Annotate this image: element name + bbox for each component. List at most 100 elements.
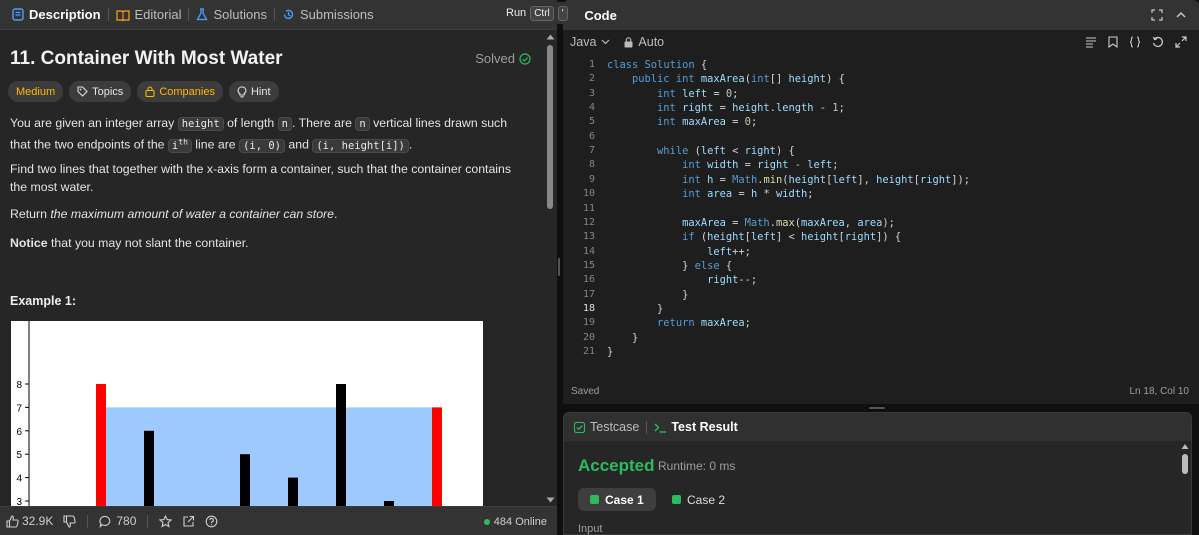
inline-code: (i, height[i]) [312,138,409,153]
line-number: 11 [582,202,595,214]
tab-description[interactable]: Description [6,0,107,30]
help-icon[interactable] [205,515,218,528]
online-label: 484 Online [493,516,547,528]
run-button[interactable]: Run Ctrl ' [497,2,581,24]
code-line[interactable]: } else { [607,260,732,272]
example-heading: Example 1: [10,294,77,308]
divider [87,514,89,528]
editor-scrollbar[interactable] [1186,58,1195,358]
description-panel: Description Editorial Solutions Submissi… [0,0,557,535]
text: You are given an integer array [10,116,178,130]
code-line[interactable]: } [607,346,613,358]
comment-icon [99,515,111,528]
text: . There are [292,116,356,130]
problem-content: 11. Container With Most Water Solved Med… [0,31,545,506]
scroll-down-icon[interactable] [545,496,556,504]
tab-submissions[interactable]: Submissions [276,0,380,30]
line-number: 7 [588,145,595,157]
comments-button[interactable]: 780 [99,514,136,528]
checkbox-icon [574,421,585,433]
code-line[interactable]: right--; [607,274,757,286]
code-line[interactable]: int area = h * width; [607,188,813,200]
editor-actions [1085,36,1187,48]
code-line[interactable]: left++; [607,246,751,258]
test-result-panel: Testcase Test Result Accepted Runtime: 0… [563,412,1192,535]
code-line[interactable]: int maxArea = 0; [607,116,757,128]
autocomplete-mode[interactable]: Auto [624,35,664,49]
strong-text: Notice [10,236,48,250]
line-number: 1 [588,59,595,70]
tab-solutions[interactable]: Solutions [190,0,272,30]
collapse-icon[interactable] [1175,9,1187,21]
star-icon[interactable] [159,514,173,528]
braces-icon[interactable] [1129,36,1141,48]
code-line[interactable]: class Solution { [607,59,707,71]
thumbs-up-icon [6,514,19,528]
problem-title[interactable]: 11. Container With Most Water [10,48,283,70]
shortcut-key: Ctrl [530,5,554,21]
scroll-up-icon[interactable] [1181,443,1189,450]
text: . [408,137,413,152]
problem-tags: Medium Topics Companies Hint [8,81,279,102]
code-line[interactable]: int width = right - left; [607,159,838,171]
tag-icon [77,86,88,97]
description-scrollbar[interactable] [545,31,556,506]
result-scrollbar[interactable] [1181,441,1189,534]
reset-icon[interactable] [1152,36,1164,48]
scrollbar-thumb[interactable] [1182,454,1188,474]
editor-toolbar: Java Auto [563,31,1199,53]
topics-button[interactable]: Topics [69,81,132,102]
code-line[interactable]: } [607,303,663,315]
text: . [333,207,338,221]
line-number: 4 [588,102,595,114]
result-tabs: Testcase Test Result [564,413,1191,441]
line-number: 10 [582,188,595,200]
tab-test-result[interactable]: Test Result [654,420,738,434]
case-2-tab[interactable]: Case 2 [660,488,737,511]
code-line[interactable]: } [607,289,688,301]
share-icon[interactable] [182,515,195,528]
resize-handle[interactable] [869,407,885,409]
lock-icon [145,86,155,97]
tab-editorial[interactable]: Editorial [110,0,188,30]
expand-icon[interactable] [1175,36,1187,48]
code-line[interactable]: int h = Math.min(height[left], height[ri… [607,174,970,186]
code-line[interactable]: if (height[left] < height[right]) { [607,231,901,243]
companies-button[interactable]: Companies [137,81,223,102]
code-line[interactable]: while (left < right) { [607,145,795,157]
example-chart: 2345678 [11,321,483,506]
tab-divider [273,8,275,21]
tab-editorial-label: Editorial [134,7,182,22]
hint-button[interactable]: Hint [228,81,279,102]
format-icon[interactable] [1085,36,1097,48]
description-paragraph-2: Find two lines that together with the x-… [10,162,512,194]
language-select[interactable]: Java [570,35,610,49]
text: and [288,137,313,152]
case-1-tab[interactable]: Case 1 [578,488,656,511]
inline-code: ith [167,137,192,153]
line-number: 6 [588,130,595,142]
bookmark-icon[interactable] [1108,36,1118,48]
thumbs-down-icon[interactable] [63,514,77,528]
check-circle-icon [519,52,531,65]
difficulty-badge: Medium [8,81,64,102]
code-line[interactable]: return maxArea; [607,317,751,329]
case-label: Case 2 [687,492,726,507]
scroll-up-icon[interactable] [545,33,556,41]
maximize-icon[interactable] [1151,9,1163,21]
vertical-resize-handle[interactable] [558,258,560,276]
runtime-text: Runtime: 0 ms [658,459,736,473]
code-editor[interactable]: 1 class Solution {2 public int maxArea(in… [563,58,1187,358]
code-line[interactable]: int left = 0; [607,88,738,100]
bar [288,477,298,506]
passed-check-icon [590,495,599,504]
code-line[interactable]: } [607,332,638,344]
tab-testcase[interactable]: Testcase [574,420,639,434]
y-tick-label: 3 [16,497,22,506]
like-button[interactable]: 32.9K [6,514,53,528]
verdict: Accepted [578,456,655,475]
code-line[interactable]: public int maxArea(int[] height) { [607,73,845,85]
scrollbar-thumb[interactable] [547,45,553,209]
code-line[interactable]: maxArea = Math.max(maxArea, area); [607,217,895,229]
code-line[interactable]: int right = height.length - 1; [607,102,845,114]
